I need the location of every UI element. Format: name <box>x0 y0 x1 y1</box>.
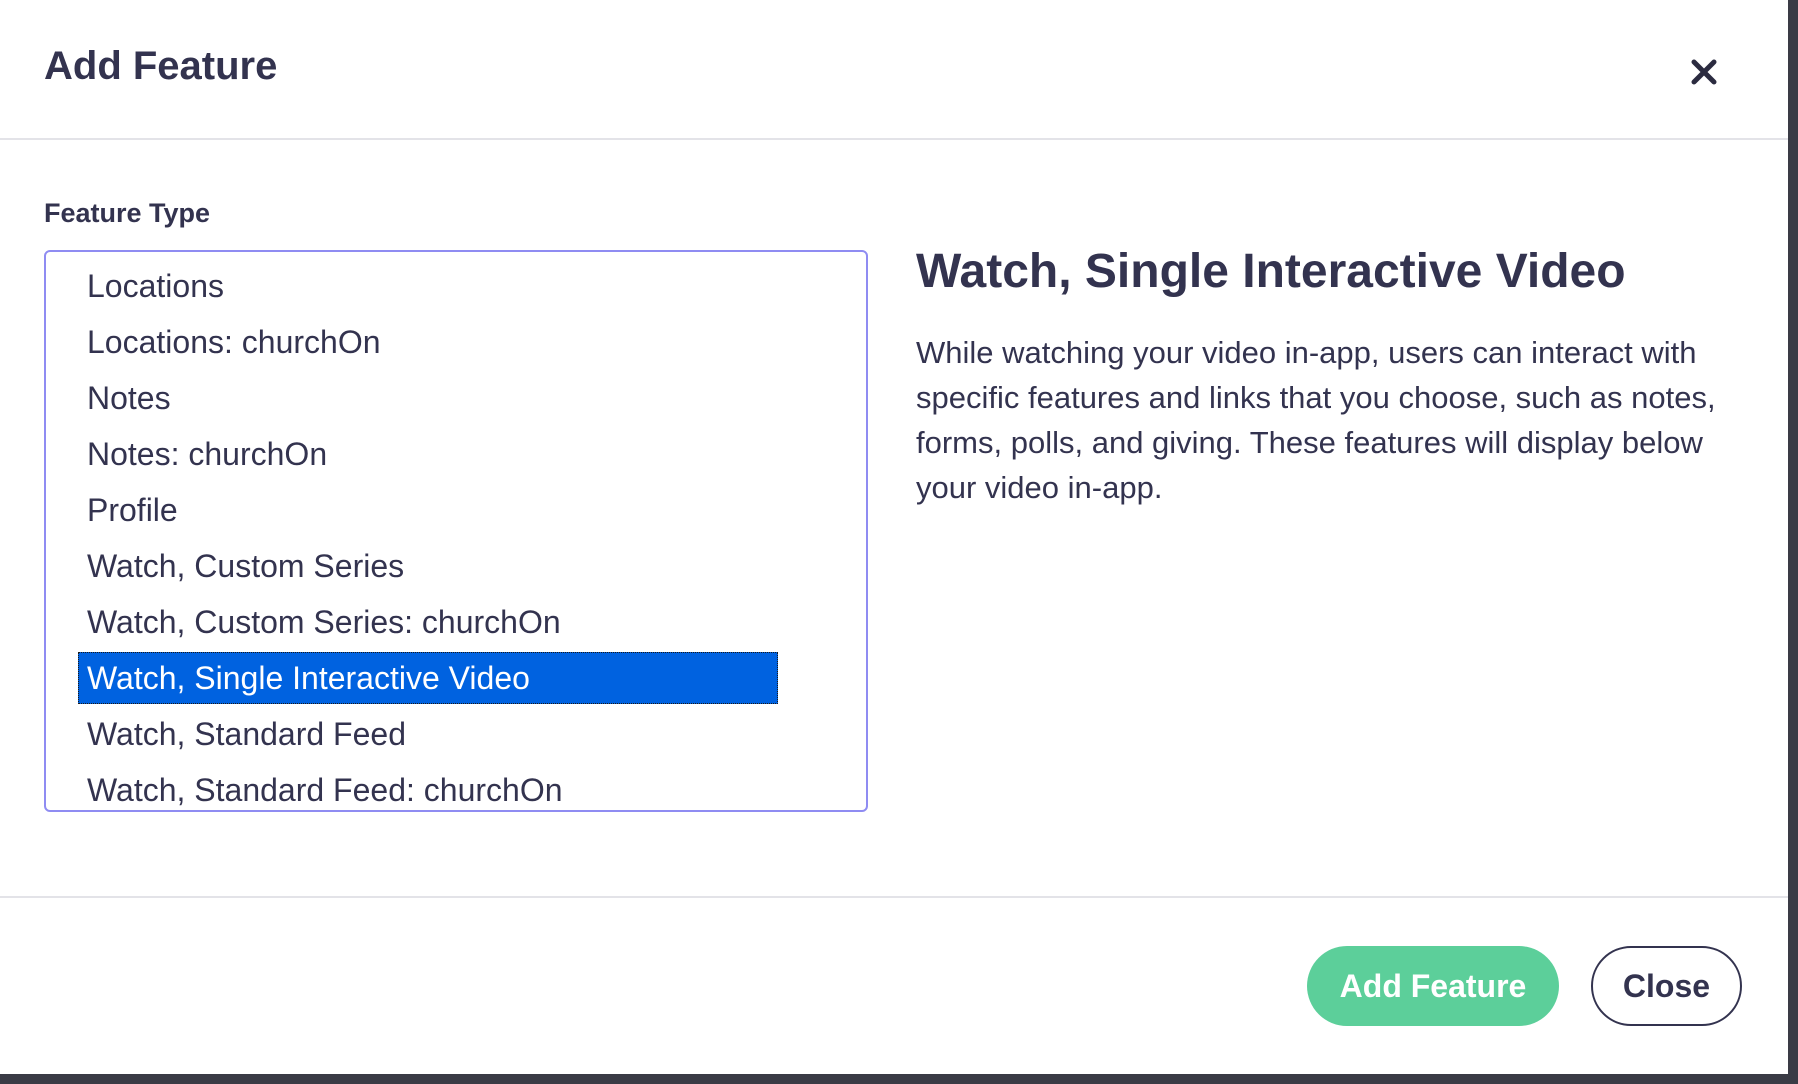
dialog-footer: Add Feature Close <box>0 898 1788 1074</box>
add-feature-button[interactable]: Add Feature <box>1307 946 1559 1026</box>
close-icon[interactable] <box>1684 52 1724 92</box>
dialog-body: Feature Type Locations Locations: churchO… <box>0 140 1788 898</box>
feature-type-option[interactable]: Profile <box>78 484 778 536</box>
feature-type-option[interactable]: Watch, Standard Feed: churchOn <box>78 764 778 810</box>
feature-type-label: Feature Type <box>44 198 211 228</box>
feature-description: Watch, Single Interactive Video While wa… <box>916 236 1756 510</box>
backdrop-edge-right <box>1788 0 1798 1084</box>
feature-type-option[interactable]: Watch, Single Interactive Video <box>78 652 778 704</box>
feature-type-option[interactable]: Notes <box>78 372 778 424</box>
feature-description-title: Watch, Single Interactive Video <box>916 245 1626 298</box>
dialog-title: Add Feature <box>44 44 278 88</box>
feature-type-option[interactable]: Locations: churchOn <box>78 316 778 368</box>
feature-type-options: Locations Locations: churchOn Notes Notes: … <box>46 252 866 810</box>
feature-type-option[interactable]: Watch, Custom Series <box>78 540 778 592</box>
backdrop-edge-bottom <box>0 1074 1798 1084</box>
dialog-header: Add Feature <box>0 0 1788 140</box>
feature-type-option[interactable]: Notes: churchOn <box>78 428 778 480</box>
feature-type-option[interactable]: Watch, Custom Series: churchOn <box>78 596 778 648</box>
feature-type-option[interactable]: Locations <box>78 260 778 312</box>
feature-type-option[interactable]: Watch, Standard Feed <box>78 708 778 760</box>
close-button[interactable]: Close <box>1591 946 1742 1026</box>
add-feature-dialog: Add Feature Feature Type Locations Locati… <box>0 0 1788 1074</box>
feature-type-listbox[interactable]: Locations Locations: churchOn Notes Notes: … <box>44 250 868 812</box>
feature-description-text: While watching your video in-app, users … <box>916 335 1716 505</box>
